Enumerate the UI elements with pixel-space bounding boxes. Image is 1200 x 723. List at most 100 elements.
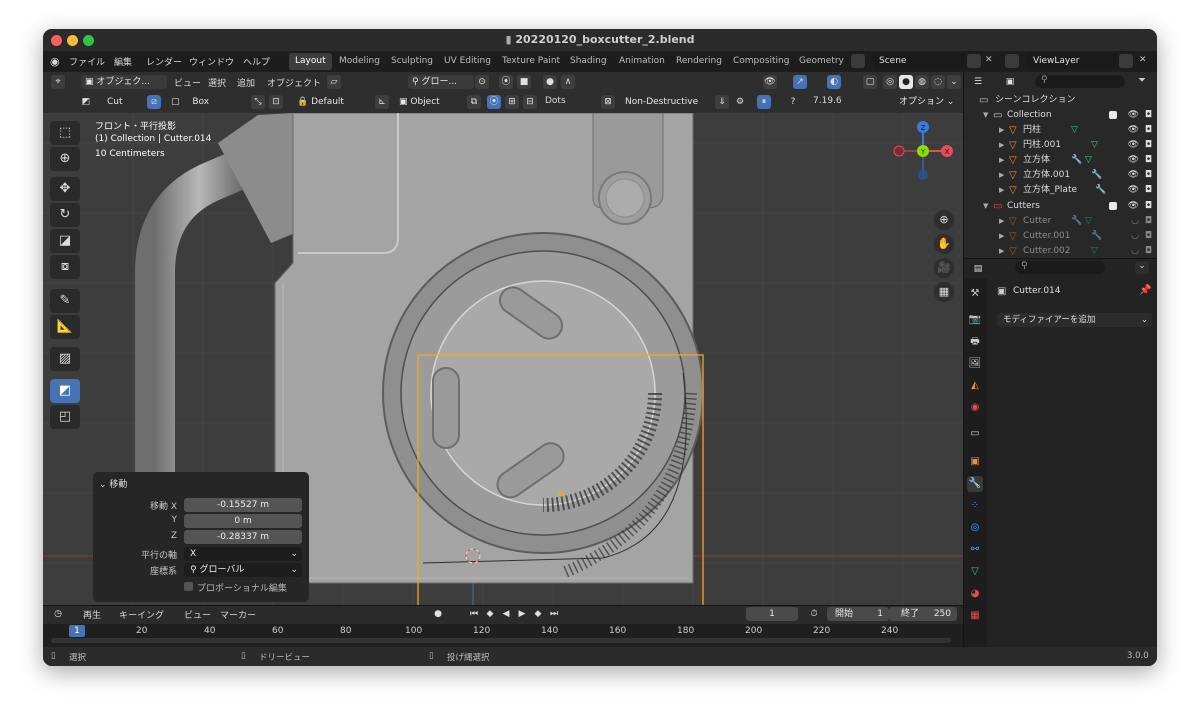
timeline-editor-icon[interactable]: ◷ bbox=[51, 607, 65, 621]
visibility-eye-icon[interactable]: 👁 bbox=[1128, 199, 1139, 214]
ortho-grid-icon[interactable]: ▦ bbox=[934, 282, 954, 302]
non-destructive-dropdown[interactable]: Non-Destructive bbox=[621, 95, 717, 109]
collection-checkbox[interactable] bbox=[1109, 111, 1117, 119]
properties-editor-icon[interactable]: ▤ bbox=[971, 262, 985, 276]
stopwatch-icon[interactable]: ⏱ bbox=[807, 607, 821, 621]
expand-arrow-icon[interactable]: ▶ bbox=[999, 153, 1004, 168]
select-box-tool-icon[interactable]: ⬚ bbox=[50, 121, 80, 145]
expand-arrow-icon[interactable]: ▶ bbox=[999, 214, 1004, 229]
workspace-tab-texture-paint[interactable]: Texture Paint bbox=[496, 53, 566, 70]
physics-tab-icon[interactable]: ◎ bbox=[967, 520, 983, 536]
menu-help[interactable]: ヘルプ bbox=[243, 55, 270, 68]
options-dropdown[interactable]: オプション ⌄ bbox=[895, 95, 957, 109]
xray-toggle-icon[interactable]: ▢ bbox=[863, 75, 877, 89]
expand-arrow-icon[interactable]: ▶ bbox=[999, 244, 1004, 258]
transform-orientation-dropdown[interactable]: ⚲ グロー... bbox=[408, 75, 474, 89]
new-viewlayer-icon[interactable] bbox=[1119, 54, 1133, 68]
render-camera-icon[interactable]: ◘ bbox=[1145, 229, 1152, 244]
boxcutter-toggle-icon[interactable]: ⧄ bbox=[147, 95, 161, 109]
orientation-dropdown[interactable]: ⚲ グローバル ⌄ bbox=[184, 563, 302, 577]
viewlayer-name-field[interactable]: ViewLayer bbox=[1027, 53, 1119, 69]
download-icon[interactable]: ⇓ bbox=[715, 95, 729, 109]
apply-icon[interactable]: ⊠ bbox=[601, 95, 615, 109]
visibility-eye-icon[interactable]: 👁 bbox=[1128, 123, 1139, 138]
gizmo-neg-x[interactable] bbox=[893, 145, 905, 157]
outliner-item[interactable]: ▶ ▽ 立方体 🔧 ▽ 👁 ◘ bbox=[963, 153, 1157, 168]
help-icon[interactable]: ? bbox=[786, 95, 800, 109]
menu-render[interactable]: レンダー bbox=[146, 55, 182, 68]
workspace-tab-geometry[interactable]: Geometry bbox=[793, 53, 850, 70]
grid-snap-icon[interactable]: ⊞ bbox=[505, 95, 519, 109]
properties-search-input[interactable]: ⚲ bbox=[1015, 261, 1105, 274]
increment-icon[interactable]: ⊟ bbox=[523, 95, 537, 109]
display-mode-icon[interactable]: ▣ bbox=[1003, 75, 1017, 89]
viewport-menu-select[interactable]: 選択 bbox=[208, 76, 226, 89]
expand-arrow-icon[interactable]: ▶ bbox=[999, 138, 1004, 153]
world-tab-icon[interactable]: ◉ bbox=[967, 400, 983, 416]
render-camera-icon[interactable]: ◘ bbox=[1145, 138, 1152, 153]
collection-tab-icon[interactable]: ▭ bbox=[967, 426, 983, 442]
data-tab-icon[interactable]: ▽ bbox=[967, 564, 983, 580]
expand-arrow-icon[interactable]: ▼ bbox=[983, 108, 988, 123]
menu-edit[interactable]: 編集 bbox=[114, 55, 132, 68]
gizmo-neg-z[interactable] bbox=[918, 170, 928, 180]
menu-file[interactable]: ファイル bbox=[69, 55, 105, 68]
add-cube-tool-icon[interactable]: ▨ bbox=[50, 347, 80, 371]
object-type-visibility-icon[interactable]: ▱ bbox=[327, 75, 341, 89]
annotate-tool-icon[interactable]: ✎ bbox=[50, 289, 80, 313]
constraint-axis-dropdown[interactable]: X ⌄ bbox=[184, 547, 302, 561]
object-tab-icon[interactable]: ▣ bbox=[967, 454, 983, 470]
cursor-tool-icon[interactable]: ⊕ bbox=[50, 147, 80, 171]
workspace-tab-animation[interactable]: Animation bbox=[613, 53, 671, 70]
dots-label[interactable]: Dots bbox=[545, 96, 566, 106]
prev-keyframe-icon[interactable]: ◆ bbox=[483, 607, 497, 621]
scene-tab-icon[interactable]: ◭ bbox=[967, 378, 983, 394]
scene-name-field[interactable]: Scene bbox=[873, 53, 967, 69]
add-modifier-dropdown[interactable]: モディファイアーを追加 ⌄ bbox=[997, 313, 1152, 327]
shading-options-icon[interactable]: ⌄ bbox=[947, 75, 961, 89]
shading-rendered-icon[interactable]: ◌ bbox=[931, 75, 945, 89]
outliner-item[interactable]: ▶ ▽ 円柱 ▽ 👁 ◘ bbox=[963, 123, 1157, 138]
output-tab-icon[interactable]: 🖶 bbox=[967, 334, 983, 350]
filter-icon[interactable]: ⏷ bbox=[1138, 75, 1146, 86]
viewlayer-browse-icon[interactable] bbox=[1005, 54, 1019, 68]
viewport-menu-add[interactable]: 追加 bbox=[237, 76, 255, 89]
outliner-item[interactable]: ▶ ▽ 立方体_Plate 🔧 👁 ◘ bbox=[963, 183, 1157, 198]
outliner-item[interactable]: ▶ ▽ 立方体.001 🔧 👁 ◘ bbox=[963, 168, 1157, 183]
pan-view-hand-icon[interactable]: ✋ bbox=[934, 234, 954, 254]
current-frame-field[interactable]: 1 bbox=[746, 607, 798, 621]
measure-tool-icon[interactable]: 📐 bbox=[50, 315, 80, 339]
shading-material-icon[interactable]: ◍ bbox=[915, 75, 929, 89]
origin-icon[interactable]: ⊡ bbox=[269, 95, 283, 109]
outliner-item[interactable]: ▶ ▽ 円柱.001 ▽ 👁 ◘ bbox=[963, 138, 1157, 153]
snap-icon[interactable]: ⦿ bbox=[499, 75, 513, 89]
render-camera-icon[interactable]: ◘ bbox=[1145, 123, 1152, 138]
expand-arrow-icon[interactable]: ▶ bbox=[999, 168, 1004, 183]
next-keyframe-icon[interactable]: ◆ bbox=[531, 607, 545, 621]
timeline-menu-playback[interactable]: 再生 bbox=[83, 608, 101, 621]
visibility-eye-icon[interactable]: 👁 bbox=[1128, 153, 1139, 168]
proportional-edit-checkbox[interactable] bbox=[184, 582, 193, 591]
camera-view-icon[interactable]: 🎥 bbox=[934, 258, 954, 278]
timeline-menu-view[interactable]: ビュー bbox=[184, 608, 211, 621]
expand-arrow-icon[interactable]: ▼ bbox=[983, 199, 988, 214]
visibility-eye-icon[interactable]: 👁 bbox=[1128, 108, 1139, 123]
end-frame-field[interactable]: 終了 250 bbox=[889, 607, 957, 621]
render-camera-icon[interactable]: ◘ bbox=[1145, 168, 1152, 183]
move-tool-icon[interactable]: ✥ bbox=[50, 177, 80, 201]
boxcutter-mode-dropdown[interactable]: Cut bbox=[93, 95, 145, 109]
modifier-tab-icon[interactable]: 🔧 bbox=[967, 476, 983, 492]
timeline-scrollbar[interactable] bbox=[51, 638, 951, 643]
pivot-point-icon[interactable]: ⊙ bbox=[475, 75, 489, 89]
render-camera-icon[interactable]: ◘ bbox=[1145, 108, 1152, 123]
expand-arrow-icon[interactable]: ▶ bbox=[999, 229, 1004, 244]
remove-scene-icon[interactable]: ✕ bbox=[985, 55, 993, 65]
redo-panel-header[interactable]: ⌄ 移動 bbox=[99, 477, 127, 490]
hidden-eye-icon[interactable]: ◡ bbox=[1131, 229, 1139, 244]
zoom-view-icon[interactable]: ⊕ bbox=[934, 210, 954, 230]
editor-type-icon[interactable]: ⌖ bbox=[51, 75, 65, 89]
outliner-cutter-item[interactable]: ▶ ▽ Cutter.001 🔧 ◡ ◘ bbox=[963, 229, 1157, 244]
mirror-icon[interactable]: ⧉ bbox=[467, 95, 481, 109]
timeline-playhead[interactable]: 1 bbox=[69, 625, 85, 637]
outliner-cutters-collection[interactable]: ▼ ▭ Cutters 👁 ◘ bbox=[963, 199, 1157, 214]
